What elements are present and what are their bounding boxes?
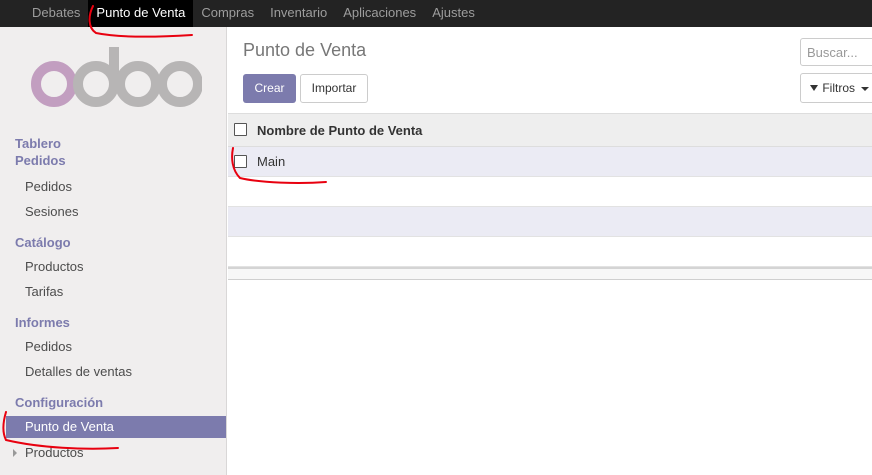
create-button[interactable]: Crear [243,74,296,103]
sidebar-item-productos[interactable]: Productos [6,256,226,278]
search-input[interactable] [800,38,872,66]
sidebar-item-detalles-ventas[interactable]: Detalles de ventas [6,361,226,383]
list-header: Nombre de Punto de Venta [228,113,872,147]
sidebar-section-informes: Informes [15,315,70,330]
sidebar-item-sesiones[interactable]: Sesiones [6,201,226,223]
sidebar-section-catalogo: Catálogo [15,235,71,250]
filter-icon [810,84,818,91]
sidebar-item-label: Pedidos [25,179,72,194]
sidebar-item-tarifas[interactable]: Tarifas [6,281,226,303]
row-name-cell[interactable]: Main [257,154,285,169]
sidebar-item-config-productos[interactable]: Productos [6,442,226,464]
top-menu-compras[interactable]: Compras [193,0,262,27]
sidebar-item-label: Sesiones [25,204,79,219]
top-menu-inventario[interactable]: Inventario [262,0,335,27]
app-window: Debates Punto de Venta Compras Inventari… [0,0,872,475]
filters-dropdown[interactable]: Filtros [800,73,872,103]
sidebar-section-pedidos: Pedidos [15,153,66,168]
odoo-logo[interactable] [30,47,202,109]
empty-row [228,207,872,237]
sidebar-item-pedidos[interactable]: Pedidos [6,176,226,198]
top-navbar: Debates Punto de Venta Compras Inventari… [0,0,872,27]
control-panel: Punto de Venta Crear Importar Filtros [228,27,872,113]
sidebar-item-label: Detalles de ventas [25,364,132,379]
import-button[interactable]: Importar [300,74,368,103]
sidebar: Tablero Pedidos Pedidos Sesiones Catálog… [0,27,227,475]
sidebar-item-label: Productos [25,259,84,274]
row-checkbox[interactable] [234,155,247,168]
sidebar-section-tablero[interactable]: Tablero [15,136,61,151]
top-menu: Debates Punto de Venta Compras Inventari… [24,0,483,27]
page-title: Punto de Venta [243,40,367,60]
empty-row [228,177,872,207]
list-footer [228,267,872,280]
sidebar-item-label: Punto de Venta [25,419,114,434]
chevron-down-icon [861,86,870,91]
top-menu-ajustes[interactable]: Ajustes [424,0,483,27]
top-menu-aplicaciones[interactable]: Aplicaciones [335,0,424,27]
sidebar-section-configuracion: Configuración [15,395,104,410]
sidebar-item-label: Productos [25,445,84,460]
sidebar-item-punto-de-venta[interactable]: Punto de Venta [6,416,226,438]
sidebar-item-informes-pedidos[interactable]: Pedidos [6,336,226,358]
filters-label: Filtros [822,81,856,95]
empty-row [228,237,872,267]
sidebar-item-label: Pedidos [25,339,72,354]
column-header-name[interactable]: Nombre de Punto de Venta [257,123,422,138]
top-menu-punto-de-venta[interactable]: Punto de Venta [88,0,194,27]
select-all-checkbox[interactable] [234,123,247,136]
caret-right-icon [13,449,17,457]
main-content: Punto de Venta Crear Importar Filtros No… [228,27,872,475]
sidebar-item-label: Tarifas [25,284,64,299]
table-row[interactable]: Main [228,147,872,177]
top-menu-debates[interactable]: Debates [24,0,88,27]
